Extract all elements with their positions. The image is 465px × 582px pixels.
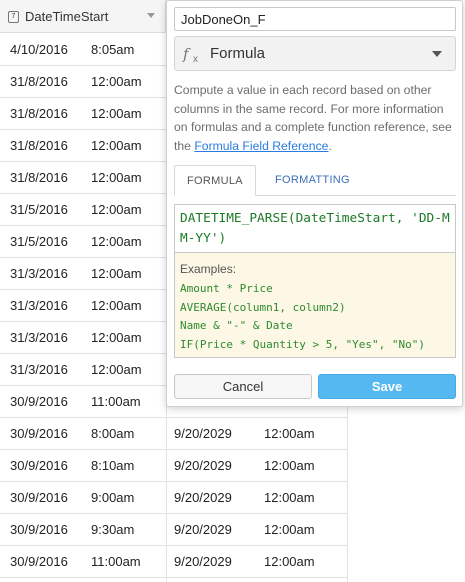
table-cell[interactable]: 12:00am (91, 354, 142, 385)
chevron-down-icon[interactable] (147, 13, 155, 18)
formula-editor[interactable]: DATETIME_PARSE(DateTimeStart, 'DD-MM-YY'… (174, 204, 456, 252)
table-cell[interactable]: 31/8/2016 (10, 130, 68, 161)
table-cell[interactable]: 12:00am (91, 130, 142, 161)
table-cell[interactable]: 31/3/2016 (10, 354, 68, 385)
table-cell[interactable]: 12:00am (264, 450, 315, 481)
table-cell[interactable]: 12:00am (264, 482, 315, 513)
table-cell[interactable]: 8:00am (91, 418, 134, 449)
formula-examples: Examples: Amount * Price AVERAGE(column1… (174, 252, 456, 358)
table-cell[interactable]: 31/8/2016 (10, 98, 68, 129)
table-cell[interactable]: 31/8/2016 (10, 66, 68, 97)
table-cell[interactable]: 31/5/2016 (10, 226, 68, 257)
table-cell[interactable]: 31/3/2016 (10, 322, 68, 353)
table-cell[interactable]: 9/20/2029 (174, 482, 232, 513)
table-cell[interactable]: 12:00am (91, 322, 142, 353)
table-row[interactable]: 30/9/2016 9:00am 9/20/2029 12:00am (0, 482, 348, 514)
formula-fx-icon: fx (183, 44, 198, 65)
table-cell[interactable]: 30/9/2016 (10, 418, 68, 449)
description-end: . (328, 138, 332, 153)
examples-title: Examples: (180, 262, 237, 276)
table-row[interactable]: 30/9/2016 8:00am 9/20/2029 12:00am (0, 418, 348, 450)
save-button[interactable]: Save (318, 374, 456, 399)
cancel-button[interactable]: Cancel (174, 374, 312, 399)
table-cell[interactable]: 9/20/2029 (174, 546, 232, 577)
table-cell[interactable]: 11:00am (91, 546, 141, 577)
table-cell[interactable]: 12:00am (264, 546, 315, 577)
field-type-select[interactable]: fx Formula (174, 36, 456, 71)
example-line: Amount * Price (180, 282, 273, 295)
formula-tabs: FORMULA FORMATTING (174, 165, 456, 196)
field-name-input[interactable] (174, 7, 456, 31)
table-cell[interactable]: 9/20/2029 (174, 418, 232, 449)
table-cell[interactable]: 30/9/2016 (10, 482, 68, 513)
formula-reference-link[interactable]: Formula Field Reference (194, 139, 328, 153)
table-row[interactable]: 30/9/2016 8:10am 9/20/2029 12:00am (0, 450, 348, 482)
field-type-label: Formula (210, 45, 266, 62)
table-cell[interactable]: 30/9/2016 (10, 386, 68, 417)
table-cell[interactable]: 30/9/2016 (10, 546, 68, 577)
table-cell[interactable]: 12:00am (91, 194, 142, 225)
column-header-label: DateTimeStart (25, 9, 109, 24)
table-cell[interactable]: 12:00am (91, 98, 142, 129)
tab-formatting[interactable]: FORMATTING (263, 165, 362, 196)
table-cell[interactable]: 12:00am (264, 514, 315, 545)
example-line: IF(Price * Quantity > 5, "Yes", "No") (180, 337, 426, 351)
example-line: AVERAGE(column1, column2) (180, 300, 346, 314)
table-cell[interactable]: 12:00am (264, 418, 315, 449)
table-cell[interactable]: 8:10am (91, 450, 134, 481)
tab-formula[interactable]: FORMULA (174, 165, 256, 196)
caret-down-icon (432, 51, 442, 57)
field-type-description: Compute a value in each record based on … (174, 81, 459, 155)
field-config-popup: fx Formula Compute a value in each recor… (166, 0, 463, 407)
table-cell[interactable]: 9/20/2029 (174, 450, 232, 481)
table-cell[interactable]: 9:00am (91, 482, 134, 513)
table-cell[interactable]: 31/3/2016 (10, 258, 68, 289)
table-row[interactable]: 30/9/2016 11:00am 9/20/2029 12:00am (0, 546, 348, 578)
table-cell[interactable]: 12:00am (91, 290, 142, 321)
table-cell[interactable]: 12:00am (91, 258, 142, 289)
table-cell[interactable]: 31/5/2016 (10, 194, 68, 225)
table-cell[interactable]: 9:30am (91, 514, 134, 545)
table-cell[interactable]: 30/9/2016 (10, 514, 68, 545)
table-cell[interactable]: 4/10/2016 (10, 34, 68, 65)
table-cell[interactable]: 9/20/2029 (174, 514, 232, 545)
column-header-datetimestart[interactable]: 7 DateTimeStart (0, 0, 166, 33)
table-cell[interactable]: 12:00am (91, 66, 142, 97)
table-cell[interactable]: 31/8/2016 (10, 162, 68, 193)
table-row[interactable]: 30/9/2016 9:30am 9/20/2029 12:00am (0, 514, 348, 546)
table-cell[interactable]: 12:00am (91, 162, 142, 193)
table-cell[interactable]: 8:05am (91, 34, 134, 65)
table-cell[interactable]: 11:00am (91, 386, 141, 417)
table-cell[interactable]: 12:00am (91, 226, 142, 257)
calendar-icon: 7 (8, 10, 19, 23)
table-cell[interactable]: 31/3/2016 (10, 290, 68, 321)
example-line: Name & "-" & Date (180, 319, 293, 332)
table-cell[interactable]: 30/9/2016 (10, 450, 68, 481)
